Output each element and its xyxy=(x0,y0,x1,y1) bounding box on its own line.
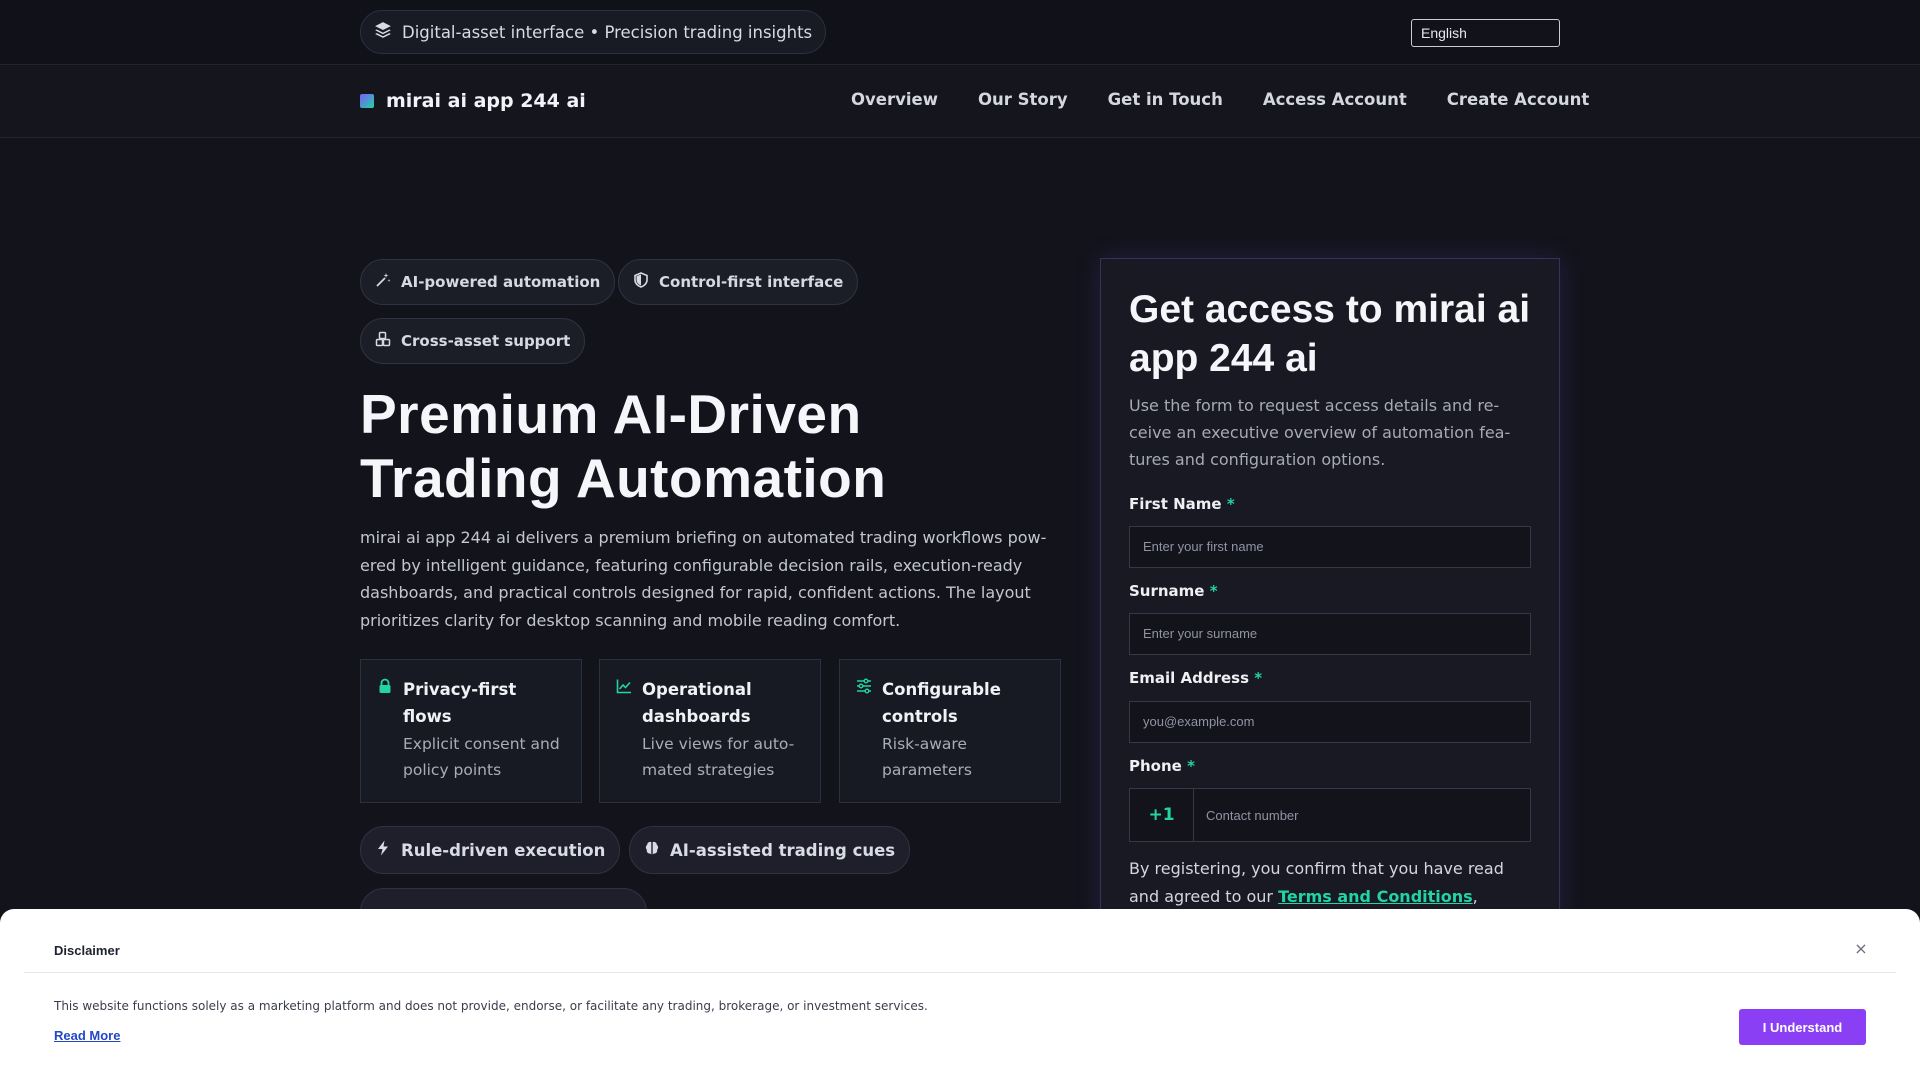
chip-cross-asset: Cross-asset support xyxy=(360,318,586,364)
nav-link-our-story[interactable]: Our Story xyxy=(978,90,1068,109)
feature-title: Privacy-first flows xyxy=(403,680,517,726)
hero-title: Premium AI-Driven Trading Automation xyxy=(360,383,887,509)
feature-card-controls: Configurable controls Risk-aware paramet… xyxy=(839,659,1061,803)
pill-label: AI-assisted trading cues xyxy=(670,840,896,860)
label-text: Email Address xyxy=(1129,669,1250,687)
chip-ai-automation: AI-powered automation xyxy=(360,259,616,305)
read-more-link[interactable]: Read More xyxy=(54,1028,120,1043)
required-mark: * xyxy=(1187,757,1195,775)
language-select[interactable]: English xyxy=(1411,19,1560,47)
feature-title: Configurable controls xyxy=(882,680,1001,726)
surname-field[interactable]: Enter your surname xyxy=(1129,613,1531,655)
chart-line-icon xyxy=(616,678,632,694)
top-strip: Digital-asset interface • Precision trad… xyxy=(0,0,1920,65)
pill-rule-driven: Rule-driven execution xyxy=(360,826,621,874)
phone-field[interactable]: Contact number xyxy=(1194,789,1530,841)
required-mark: * xyxy=(1226,495,1235,513)
lock-icon xyxy=(377,678,393,694)
hero-description: mirai ai app 244 ai delivers a premium b… xyxy=(360,528,1047,630)
cubes-icon xyxy=(375,331,391,351)
feature-card-dashboards: Operational dashboards Live views for au… xyxy=(599,659,821,803)
disclaimer-text: This website functions solely as a marke… xyxy=(54,999,928,1013)
pill-label: Rule-driven execution xyxy=(401,840,606,860)
phone-field-group: +1 Contact number xyxy=(1129,788,1531,842)
nav-link-overview[interactable]: Overview xyxy=(851,90,938,109)
brand-mark-icon xyxy=(360,94,374,108)
pill-ai-assisted: AI-assisted trading cues xyxy=(629,826,911,874)
main-nav: mirai ai app 244 ai Overview Our Story G… xyxy=(0,66,1920,138)
first-name-field[interactable]: Enter your first name xyxy=(1129,526,1531,568)
feature-desc: Risk-aware parameters xyxy=(882,735,972,779)
nav-links: Overview Our Story Get in Touch Access A… xyxy=(851,90,1589,109)
signup-form-card: Get access to mirai ai app 244 ai Use th… xyxy=(1100,258,1560,978)
surname-label: Surname * xyxy=(1129,582,1218,600)
feature-card-privacy: Privacy-first flows Explicit consent and… xyxy=(360,659,582,803)
sliders-icon xyxy=(856,678,872,694)
required-mark: * xyxy=(1209,582,1218,600)
email-label: Email Address * xyxy=(1129,669,1262,687)
disclaimer-banner: Disclaimer × This website functions sole… xyxy=(0,909,1920,1080)
chip-label: AI-powered automation xyxy=(401,273,601,291)
bolt-icon xyxy=(375,840,391,860)
form-subtitle: Use the form to request access details a… xyxy=(1129,396,1511,469)
brain-icon xyxy=(644,840,660,860)
phone-country-code[interactable]: +1 xyxy=(1130,789,1194,841)
i-understand-button[interactable]: I Understand xyxy=(1739,1009,1866,1045)
feature-desc: Live views for auto-mated strategies xyxy=(642,735,795,779)
form-title: Get access to mirai ai app 244 ai xyxy=(1129,288,1531,380)
chip-label: Control-first interface xyxy=(659,273,844,291)
nav-link-get-in-touch[interactable]: Get in Touch xyxy=(1108,90,1223,109)
terms-link[interactable]: Terms and Conditions xyxy=(1278,887,1473,906)
layers-icon xyxy=(374,21,392,43)
feature-desc: Explicit consent and policy points xyxy=(403,735,560,779)
required-mark: * xyxy=(1254,669,1263,687)
feature-title: Operational dashboards xyxy=(642,680,752,726)
consent-text: By registering, you confirm that you hav… xyxy=(1129,855,1539,911)
label-text: Surname xyxy=(1129,582,1205,600)
shield-icon xyxy=(633,272,649,292)
first-name-label: First Name * xyxy=(1129,495,1235,513)
close-icon[interactable]: × xyxy=(1854,939,1868,958)
chip-label: Cross-asset support xyxy=(401,332,571,350)
disclaimer-title: Disclaimer xyxy=(54,943,120,958)
brand-name: mirai ai app 244 ai xyxy=(386,90,586,112)
tagline-pill: Digital-asset interface • Precision trad… xyxy=(360,10,827,54)
magic-wand-icon xyxy=(375,272,391,292)
brand-logo[interactable]: mirai ai app 244 ai xyxy=(360,90,586,112)
label-text: Phone xyxy=(1129,757,1182,775)
nav-link-create-account[interactable]: Create Account xyxy=(1447,90,1589,109)
phone-label: Phone * xyxy=(1129,757,1195,775)
consent-trail: , xyxy=(1472,887,1478,906)
label-text: First Name xyxy=(1129,495,1222,513)
tagline-text: Digital-asset interface • Precision trad… xyxy=(402,22,813,42)
divider xyxy=(24,972,1896,973)
nav-link-access-account[interactable]: Access Account xyxy=(1263,90,1407,109)
email-field[interactable]: you@example.com xyxy=(1129,701,1531,743)
chip-control-first: Control-first interface xyxy=(618,259,859,305)
